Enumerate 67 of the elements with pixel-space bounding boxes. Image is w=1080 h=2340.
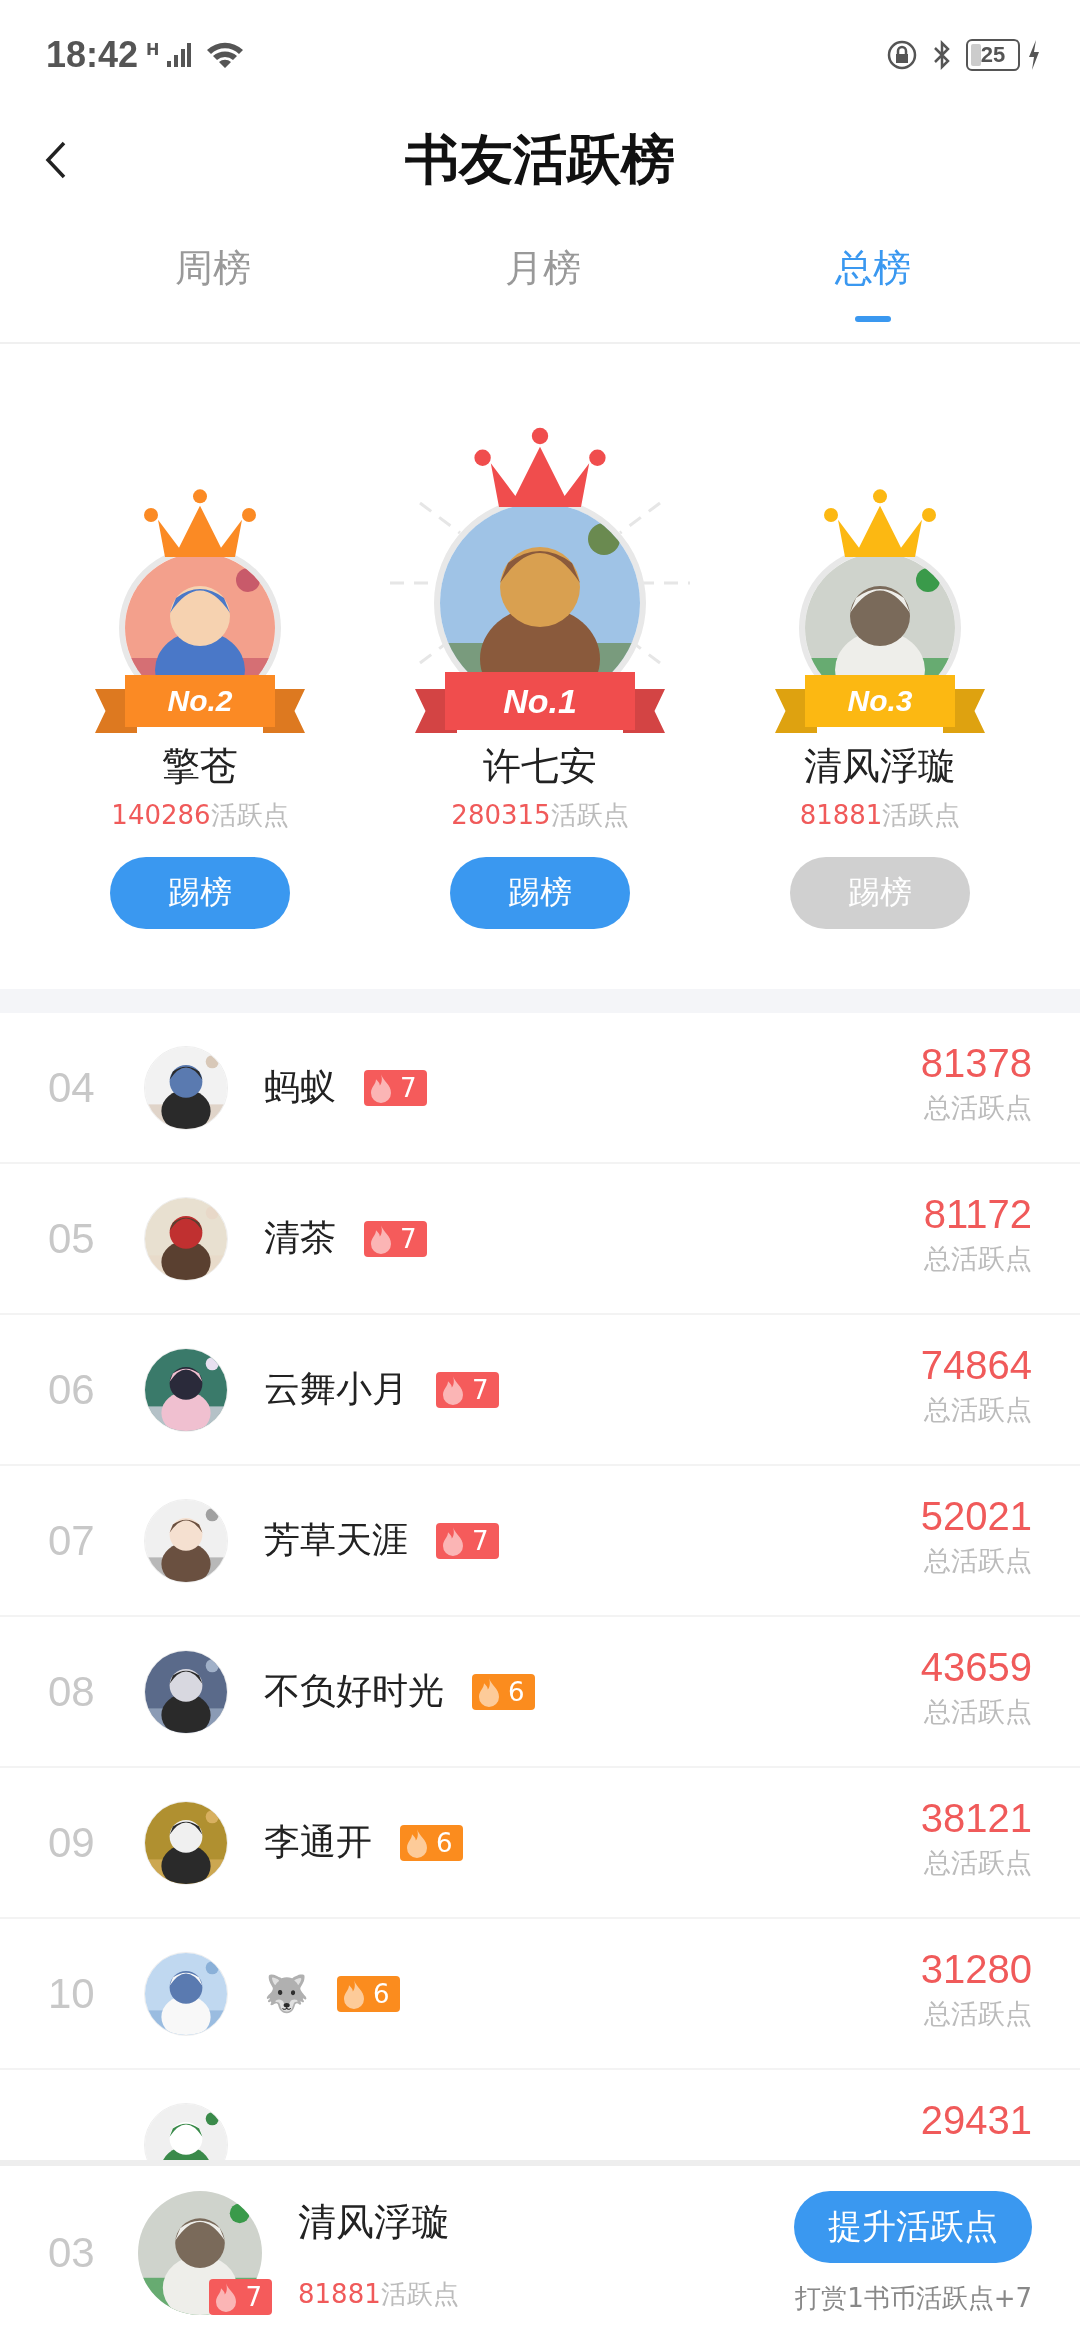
user-name: 芳草天涯 [264, 1518, 408, 1562]
tab[interactable]: 总榜 [708, 210, 1038, 342]
rank-ribbon: No.1 [415, 669, 665, 733]
level-badge: 7 [364, 1220, 427, 1257]
level-badge: 6 [400, 1824, 463, 1861]
tab[interactable]: 月榜 [378, 210, 708, 342]
score-unit: 总活跃点 [924, 1544, 1032, 1578]
flame-icon [404, 1827, 430, 1858]
signal-icon [167, 41, 192, 69]
score-unit: 活跃点 [380, 2277, 459, 2310]
level-badge: 7 [209, 2279, 272, 2315]
score-unit: 总活跃点 [924, 1695, 1032, 1729]
score-unit: 活跃点 [882, 799, 961, 831]
score-value: 81172 [923, 1192, 1032, 1237]
kick-button[interactable]: 踢榜 [450, 857, 630, 929]
score-unit: 活跃点 [550, 799, 629, 831]
user-name: 清风浮璇 [804, 743, 956, 789]
battery-icon: 25 [966, 39, 1020, 71]
flame-icon [476, 1676, 502, 1707]
wifi-icon [205, 40, 246, 70]
score-value: 81378 [920, 1041, 1032, 1086]
level-badge: 6 [472, 1673, 535, 1710]
user-name: 清茶 [264, 1216, 336, 1260]
score-value: 74864 [920, 1343, 1032, 1388]
score-unit: 总活跃点 [924, 1393, 1032, 1427]
flame-icon [440, 1374, 466, 1405]
score-value: 43659 [920, 1645, 1032, 1690]
score-unit: 总活跃点 [924, 1091, 1032, 1125]
bluetooth-icon [932, 40, 952, 70]
user-name: 🐺 [264, 1972, 309, 2015]
score-value: 81881 [799, 799, 883, 831]
user-name: 云舞小月 [264, 1367, 408, 1411]
rotation-lock-icon [886, 39, 918, 71]
level-badge: 6 [337, 1975, 400, 2012]
user-name: 李通开 [264, 1820, 372, 1864]
score-value: 38121 [920, 1796, 1032, 1841]
user-name: 清风浮璇 [298, 2198, 451, 2246]
boost-button[interactable]: 提升活跃点 [794, 2190, 1032, 2263]
score-value: 29431 [920, 2098, 1032, 2143]
kick-button[interactable]: 踢榜 [110, 857, 290, 929]
score-unit: 总活跃点 [924, 1846, 1032, 1880]
page-title: 书友活跃榜 [405, 125, 675, 193]
level-badge: 7 [436, 1522, 499, 1559]
flame-icon [368, 1223, 394, 1254]
score-value: 81881 [298, 2277, 381, 2310]
user-name: 蚂蚁 [264, 1065, 336, 1109]
score-value: 52021 [920, 1494, 1032, 1539]
score-unit: 活跃点 [210, 799, 289, 831]
charging-icon [1028, 40, 1040, 70]
level-badge: 7 [364, 1069, 427, 1106]
score-value: 280315 [451, 799, 551, 831]
flame-icon [440, 1525, 466, 1556]
flame-icon [368, 1072, 394, 1103]
score-unit: 总活跃点 [924, 1997, 1032, 2031]
user-name: 擎苍 [162, 743, 238, 789]
score-value: 140286 [111, 799, 211, 831]
network-type: H [146, 40, 160, 59]
clock: 18:42 [46, 34, 139, 76]
user-name: 许七安 [483, 743, 597, 789]
score-value: 31280 [920, 1947, 1032, 1992]
flame-icon [341, 1978, 367, 2009]
score-unit: 总活跃点 [924, 1242, 1032, 1276]
back-icon[interactable] [44, 140, 68, 180]
tab[interactable]: 周榜 [48, 210, 378, 342]
user-name: 不负好时光 [264, 1669, 444, 1713]
hint-text: 打赏1书币活跃点+7 [795, 2281, 1032, 2315]
level-badge: 7 [436, 1371, 499, 1408]
